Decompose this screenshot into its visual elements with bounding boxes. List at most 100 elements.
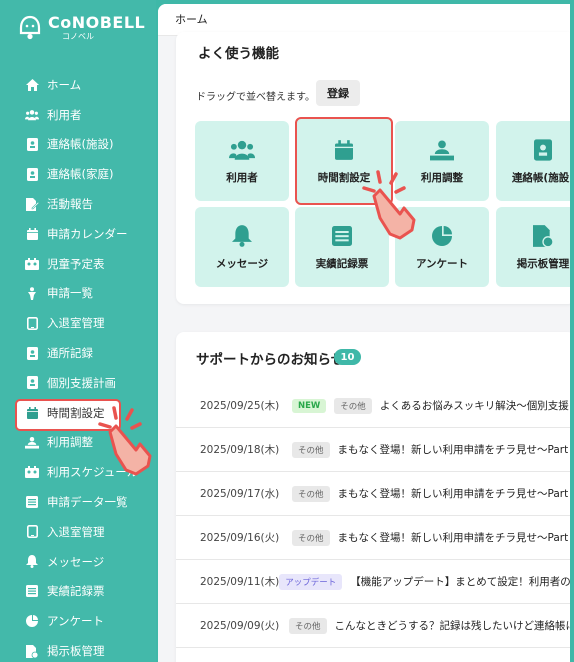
logo[interactable]: CoNOBELL コノベル xyxy=(18,12,148,44)
news-text: まもなく登場！新しい利用申請をチラ見せ～Part xyxy=(337,444,569,456)
new-badge: NEW xyxy=(292,398,327,413)
logo-title: CoNOBELL xyxy=(48,13,146,32)
news-row[interactable]: 2025/09/16(火) その他 まもなく登場！新しい利用申請をチラ見せ～Pa… xyxy=(176,516,570,560)
sidebar-item-bulletin-board[interactable]: 掲示板管理 xyxy=(0,636,156,662)
tile-contact-facility[interactable]: 連絡帳(施設) xyxy=(496,121,570,201)
contact-book-icon xyxy=(25,167,39,181)
favorites-hint: ドラッグで並べ替えます。 xyxy=(196,92,315,103)
sidebar-item-label: 掲示板管理 xyxy=(47,644,105,659)
sidebar-item-home[interactable]: ホーム xyxy=(0,70,156,100)
group-adjust-icon xyxy=(25,435,39,449)
sidebar-item-survey[interactable]: アンケート xyxy=(0,606,156,636)
list-icon xyxy=(332,224,352,248)
news-text: こんなときどうする？記録は残したいけど連絡帳に xyxy=(334,620,571,632)
tile-label: 利用者 xyxy=(226,171,258,184)
sidebar-item-label: 連絡帳(家庭) xyxy=(47,167,114,182)
group-adjust-icon xyxy=(430,138,454,162)
sidebar-item-label: 個別支援計画 xyxy=(47,375,116,390)
tile-label: 掲示板管理 xyxy=(516,257,570,270)
sidebar-item-label: 実績記録票 xyxy=(47,584,105,599)
sidebar-item-application-data-list[interactable]: 申請データ一覧 xyxy=(0,487,156,517)
sidebar-item-label: 申請データ一覧 xyxy=(47,495,128,510)
calendar-icon xyxy=(25,227,39,241)
contact-book-icon xyxy=(25,376,39,390)
pie-chart-icon xyxy=(25,614,39,628)
sidebar-item-individual-support-plan[interactable]: 個別支援計画 xyxy=(0,368,156,398)
bell-icon xyxy=(232,224,252,248)
tablet-icon xyxy=(25,316,39,330)
contact-book-icon xyxy=(25,346,39,360)
tile-users[interactable]: 利用者 xyxy=(195,121,289,201)
news-row[interactable]: 2025/09/09(火) その他 こんなときどうする？記録は残したいけど連絡帳… xyxy=(176,604,570,648)
news-text: まもなく登場！新しい利用申請をチラ見せ～Part xyxy=(337,532,569,544)
contact-book-icon xyxy=(25,137,39,151)
app-frame: CoNOBELL コノベル ホーム 利用者 連絡帳(施設) 連絡帳(家庭) 活動… xyxy=(0,0,574,662)
pie-chart-icon xyxy=(432,224,452,248)
news-date: 2025/09/18(木) xyxy=(200,444,280,456)
sidebar-item-label: 入退室管理 xyxy=(47,524,105,539)
sidebar-item-entry-exit-2[interactable]: 入退室管理 xyxy=(0,517,156,547)
news-row[interactable]: 2025/09/17(水) その他 まもなく登場！新しい利用申請をチラ見せ～Pa… xyxy=(176,472,570,516)
sidebar-item-label: ホーム xyxy=(47,77,82,92)
sidebar-item-users[interactable]: 利用者 xyxy=(0,100,156,130)
person-icon xyxy=(25,286,39,300)
logo-subtitle: コノベル xyxy=(62,32,94,41)
news-row[interactable]: 2025/09/18(木) その他 まもなく登場！新しい利用申請をチラ見せ～Pa… xyxy=(176,428,570,472)
sidebar-item-application-list[interactable]: 申請一覧 xyxy=(0,279,156,309)
news-count-badge: 10 xyxy=(334,349,361,365)
tile-bulletin-board[interactable]: 掲示板管理 xyxy=(496,207,570,287)
category-badge: その他 xyxy=(334,397,372,414)
edit-note-icon xyxy=(25,197,39,211)
news-date: 2025/09/11(木) xyxy=(200,576,280,588)
users-icon xyxy=(25,108,39,122)
news-date: 2025/09/09(火) xyxy=(200,620,280,632)
sidebar-item-label: 活動報告 xyxy=(47,197,93,212)
category-badge: その他 xyxy=(292,529,330,546)
calendar-icon xyxy=(25,406,39,420)
news-row[interactable]: 2025/09/11(木) アップデート 【機能アップデート】まとめて設定！利用… xyxy=(176,560,570,604)
schedule-icon xyxy=(25,465,39,479)
home-icon xyxy=(25,78,39,92)
news-text: まもなく登場！新しい利用申請をチラ見せ～Part xyxy=(337,488,569,500)
news-date: 2025/09/17(水) xyxy=(200,488,280,500)
pointer-hand-icon xyxy=(96,404,160,480)
schedule-icon xyxy=(25,257,39,271)
sidebar-item-label: メッセージ xyxy=(47,554,105,569)
tile-label: 連絡帳(施設) xyxy=(511,171,570,184)
news-date: 2025/09/25(木) xyxy=(200,400,280,412)
sidebar-item-label: 利用調整 xyxy=(47,435,93,450)
sidebar-nav: ホーム 利用者 連絡帳(施設) 連絡帳(家庭) 活動報告 申請カレンダー 児童予… xyxy=(0,70,156,662)
tile-label: 利用調整 xyxy=(421,171,463,184)
document-check-icon xyxy=(25,644,39,658)
sidebar-item-contact-facility[interactable]: 連絡帳(施設) xyxy=(0,130,156,160)
news-date: 2025/09/16(火) xyxy=(200,532,280,544)
news-text: 【機能アップデート】まとめて設定！利用者のグル xyxy=(350,576,570,588)
pointer-hand-icon xyxy=(360,168,424,244)
tile-label: 実績記録票 xyxy=(315,257,369,270)
users-icon xyxy=(229,138,255,162)
tile-message[interactable]: メッセージ xyxy=(195,207,289,287)
main-panel: ホーム よく使う機能 ドラッグで並べ替えます。 登録 利用者 時間割設定 利用調… xyxy=(158,4,570,662)
sidebar-item-label: 児童予定表 xyxy=(47,256,105,271)
tablet-icon xyxy=(25,525,39,539)
sidebar-item-child-schedule[interactable]: 児童予定表 xyxy=(0,249,156,279)
sidebar-item-application-calendar[interactable]: 申請カレンダー xyxy=(0,219,156,249)
tile-label: アンケート xyxy=(415,257,469,270)
document-check-icon xyxy=(533,224,553,248)
update-badge: アップデート xyxy=(279,573,343,590)
register-button[interactable]: 登録 xyxy=(316,80,360,106)
sidebar-item-attendance-record[interactable]: 通所記録 xyxy=(0,338,156,368)
sidebar-item-performance-record[interactable]: 実績記録票 xyxy=(0,577,156,607)
sidebar-item-label: 利用者 xyxy=(47,107,82,122)
bell-icon xyxy=(25,555,39,569)
sidebar-item-contact-home[interactable]: 連絡帳(家庭) xyxy=(0,159,156,189)
sidebar-item-entry-exit[interactable]: 入退室管理 xyxy=(0,308,156,338)
news-text: よくあるお悩みスッキリ解決～個別支援 xyxy=(379,400,569,412)
sidebar-item-activity-report[interactable]: 活動報告 xyxy=(0,189,156,219)
sidebar: CoNOBELL コノベル ホーム 利用者 連絡帳(施設) 連絡帳(家庭) 活動… xyxy=(0,0,156,662)
news-title: サポートからのお知らせ xyxy=(196,352,345,368)
news-row[interactable]: 2025/09/25(木) NEW その他 よくあるお悩みスッキリ解決～個別支援 xyxy=(176,384,570,428)
category-badge: その他 xyxy=(292,485,330,502)
contact-book-icon xyxy=(534,138,552,162)
sidebar-item-message[interactable]: メッセージ xyxy=(0,547,156,577)
